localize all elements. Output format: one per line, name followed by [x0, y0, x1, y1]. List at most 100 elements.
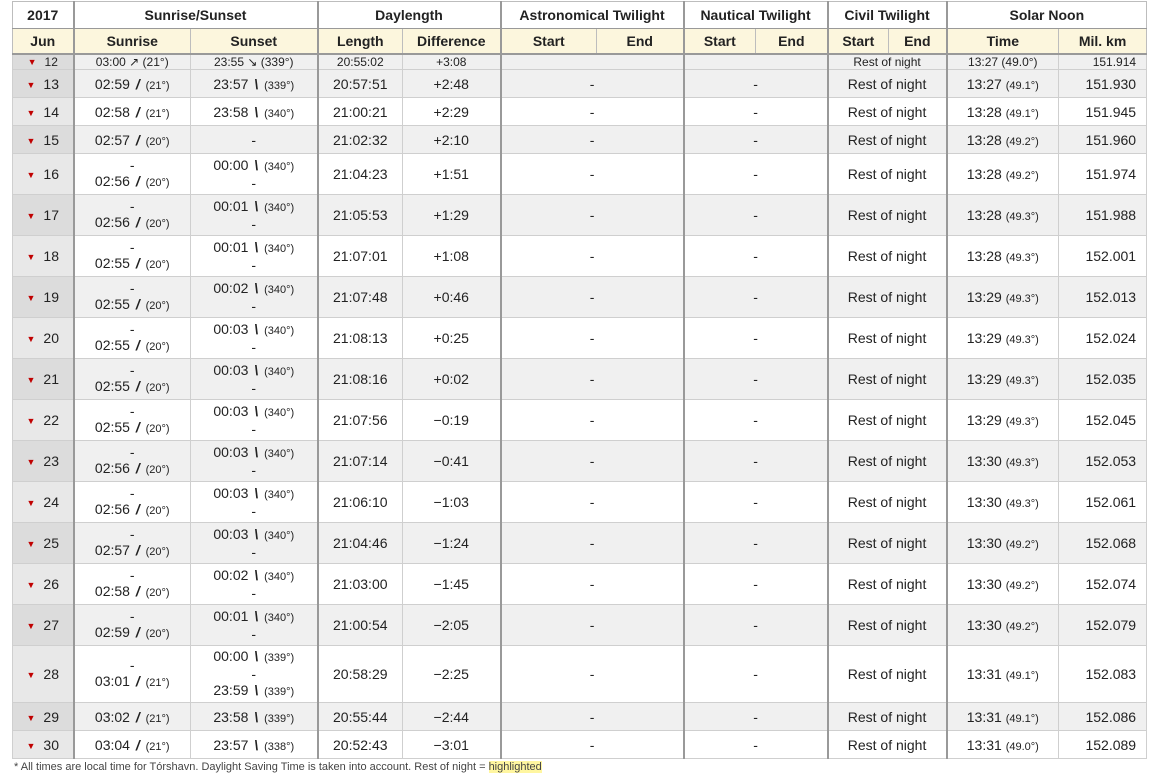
sunset-arrow-icon: \	[254, 736, 259, 753]
table-row[interactable]: ▼ 14 02:58 / (21°) 23:58 \ (340°) 21:00:21 +2…	[12, 97, 1148, 126]
noon-cell: 13:28 (49.3°)	[945, 235, 1060, 277]
table-row[interactable]: ▼ 18-02:55 / (20°) 00:01 \ (340°) -21:07:01…	[12, 235, 1148, 277]
naut-cell: -	[682, 276, 829, 318]
noon-cell: 13:31 (49.1°)	[945, 702, 1060, 731]
sunrise-dash: -	[129, 567, 135, 583]
sunrise-cell: -02:58 / (20°)	[72, 563, 191, 605]
table-row[interactable]: ▼ 19-02:55 / (20°) 00:02 \ (340°) -21:07:48…	[12, 276, 1148, 318]
sunset-cell: 00:03 \ (340°) -	[189, 481, 319, 523]
table-row[interactable]: ▼ 26-02:58 / (20°) 00:02 \ (340°) -21:03:00…	[12, 563, 1148, 605]
table-row[interactable]: ▼ 15 02:57 / (20°) -21:02:32 +2:10- - Rest of …	[12, 125, 1148, 154]
sunset-cell: 00:01 \ (340°) -	[189, 235, 319, 277]
sunset-arrow-icon: \	[254, 526, 259, 542]
civil-cell: Rest of night	[826, 399, 948, 441]
astro-cell: -	[499, 702, 685, 731]
table-row[interactable]: ▼ 22-02:55 / (20°) 00:03 \ (340°) -21:07:56…	[12, 399, 1148, 441]
civil-cell: Rest of night	[826, 440, 948, 482]
length-cell: 21:08:13	[316, 317, 404, 359]
day-cell: ▼ 12	[12, 53, 74, 70]
sunset-dash: -	[251, 380, 257, 396]
table-row[interactable]: ▼ 24-02:56 / (20°) 00:03 \ (340°) -21:06:10…	[12, 481, 1148, 523]
table-row[interactable]: ▼ 20-02:55 / (20°) 00:03 \ (340°) -21:08:13…	[12, 317, 1148, 359]
expand-triangle-icon: ▼	[26, 580, 36, 590]
day-cell: ▼ 23	[12, 440, 74, 482]
astro-cell: -	[499, 563, 685, 605]
astro-cell: -	[499, 69, 685, 98]
difference-cell: +2:29	[402, 97, 502, 126]
naut-cell: -	[682, 153, 829, 195]
table-row[interactable]: ▼ 13 02:59 / (21°) 23:57 \ (339°) 20:57:51 +2…	[12, 69, 1148, 98]
sunset-arrow-icon: \	[254, 321, 259, 337]
noon-cell: 13:30 (49.2°)	[945, 563, 1060, 605]
month-header: Jun	[12, 28, 74, 55]
sunset-cell: 00:03 \ (340°) -	[189, 358, 319, 400]
sunrise-dash: -	[129, 657, 135, 673]
sunrise-dash: -	[129, 280, 135, 296]
table-row[interactable]: ▼ 17-02:56 / (20°) 00:01 \ (340°) -21:05:53…	[12, 194, 1148, 236]
km-cell: 152.024	[1058, 317, 1148, 359]
length-cell: 20:57:51	[316, 69, 404, 98]
expand-triangle-icon: ▼	[26, 416, 36, 426]
sunset-cell: 00:00 \ (339°) -23:59 \ (339°)	[189, 645, 319, 703]
sunrise-arrow-icon: /	[135, 214, 140, 230]
noon-cell: 13:29 (49.3°)	[945, 399, 1060, 441]
day-cell: ▼ 28	[12, 645, 74, 703]
sunset-arrow-icon: \	[254, 239, 259, 255]
year-header: 2017	[12, 1, 74, 29]
table-row[interactable]: ▼ 29 03:02 / (21°) 23:58 \ (339°) 20:55:44 −2…	[12, 702, 1148, 731]
astro-cell: -	[499, 440, 685, 482]
sunset-cell: 00:03 \ (340°) -	[189, 399, 319, 441]
sunrise-cell: -02:55 / (20°)	[72, 235, 191, 277]
difference-cell: −2:44	[402, 702, 502, 731]
km-cell: 151.960	[1058, 125, 1148, 154]
table-row[interactable]: ▼ 28-03:01 / (21°) 00:00 \ (339°) -23:59 \ …	[12, 645, 1148, 703]
difference-cell: +0:25	[402, 317, 502, 359]
astro-end-header: End	[596, 28, 685, 55]
length-cell: 21:07:14	[316, 440, 404, 482]
table-row[interactable]: ▼ 16-02:56 / (20°) 00:00 \ (340°) -21:04:23…	[12, 153, 1148, 195]
difference-cell: +0:02	[402, 358, 502, 400]
km-cell: 152.068	[1058, 522, 1148, 564]
naut-cell: -	[682, 481, 829, 523]
sunrise-arrow-icon: /	[135, 103, 140, 120]
sunset-dash: -	[251, 421, 257, 437]
sunrise-arrow-icon: /	[135, 337, 140, 353]
sunset-dash: -	[251, 257, 257, 273]
difference-cell: −0:41	[402, 440, 502, 482]
table-row-partial[interactable]: ▼ 12 03:00 ↗ (21°) 23:55 ↘ (339°) 20:55:0…	[12, 53, 1148, 70]
civil-cell: Rest of night	[826, 125, 948, 154]
sunrise-arrow-icon: /	[135, 624, 140, 640]
day-cell: ▼ 13	[12, 69, 74, 98]
table-row[interactable]: ▼ 25-02:57 / (20°) 00:03 \ (340°) -21:04:46…	[12, 522, 1148, 564]
sunset-cell: 23:57 \ (339°)	[189, 69, 319, 98]
length-cell: 20:58:29	[316, 645, 404, 703]
table-row[interactable]: ▼ 21-02:55 / (20°) 00:03 \ (340°) -21:08:16…	[12, 358, 1148, 400]
expand-triangle-icon: ▼	[26, 293, 36, 303]
length-cell: 20:55:44	[316, 702, 404, 731]
sun-table: 2017 Sunrise/Sunset Daylength Astronomic…	[12, 1, 1148, 759]
table-row[interactable]: ▼ 30 03:04 / (21°) 23:57 \ (338°) 20:52:43 −3…	[12, 730, 1148, 759]
difference-cell: +2:48	[402, 69, 502, 98]
sunset-dash: -	[251, 666, 257, 682]
sunrise-arrow-icon: /	[135, 501, 140, 517]
sunrise-arrow-icon: /	[135, 296, 140, 312]
astro-cell: -	[499, 125, 685, 154]
km-cell: 151.988	[1058, 194, 1148, 236]
sunrise-arrow-icon: /	[135, 173, 140, 189]
table-row[interactable]: ▼ 27-02:59 / (20°) 00:01 \ (340°) -21:00:54…	[12, 604, 1148, 646]
sunrise-dash: -	[129, 321, 135, 337]
astro-cell: -	[499, 604, 685, 646]
difference-col-header: Difference	[402, 28, 502, 55]
civil-cell: Rest of night	[826, 153, 948, 195]
km-cell: 151.930	[1058, 69, 1148, 98]
sunrise-cell: -02:55 / (20°)	[72, 358, 191, 400]
table-row[interactable]: ▼ 23-02:56 / (20°) 00:03 \ (340°) -21:07:14…	[12, 440, 1148, 482]
sunrise-cell: -02:59 / (20°)	[72, 604, 191, 646]
sunrise-dash: -	[129, 444, 135, 460]
civil-cell: Rest of night	[826, 53, 948, 70]
astro-cell: -	[499, 317, 685, 359]
sunset-cell: -	[189, 125, 319, 154]
naut-cell: -	[682, 522, 829, 564]
sunset-arrow-icon: \	[254, 198, 259, 214]
length-cell: 21:06:10	[316, 481, 404, 523]
